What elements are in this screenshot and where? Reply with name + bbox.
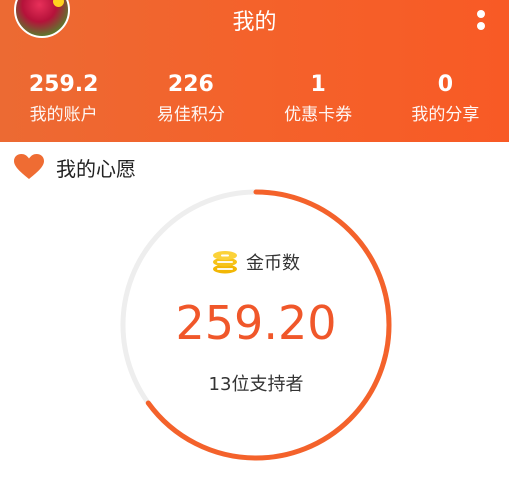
supporters-count: 13位支持者 (208, 374, 304, 395)
wish-title: 我的心愿 (56, 156, 136, 181)
coin-label: 金币数 (246, 253, 300, 274)
stat-value: 259.2 (28, 72, 99, 97)
stat-shares[interactable]: 0 我的分享 (382, 70, 509, 130)
wish-section-header: 我的心愿 (14, 152, 136, 182)
stat-value: 226 (167, 72, 214, 97)
stat-value: 1 (310, 72, 326, 97)
heart-icon (14, 154, 44, 179)
stats-bar: 259.2 我的账户 226 易佳积分 1 优惠卡券 0 我的分享 (0, 70, 509, 130)
stat-label: 易佳积分 (156, 105, 225, 125)
stat-value: 0 (437, 72, 454, 97)
coin-stack-icon (213, 251, 237, 274)
stat-label: 优惠卡券 (284, 105, 353, 125)
stat-label: 我的账户 (29, 105, 98, 125)
stat-coupons[interactable]: 1 优惠卡券 (255, 70, 382, 130)
stat-points[interactable]: 226 易佳积分 (127, 70, 254, 130)
profile-header: 我的 259.2 我的账户 226 易佳积分 1 优惠卡券 0 我的分享 (0, 0, 509, 142)
more-vertical-icon[interactable] (475, 10, 487, 38)
wish-summary: 金币数 259.20 13位支持者 (118, 187, 394, 463)
coin-amount: 259.20 (175, 296, 337, 350)
page-title: 我的 (232, 10, 277, 35)
stat-label: 我的分享 (411, 105, 480, 125)
coin-row: 金币数 (118, 249, 394, 275)
stat-account[interactable]: 259.2 我的账户 (0, 70, 127, 130)
